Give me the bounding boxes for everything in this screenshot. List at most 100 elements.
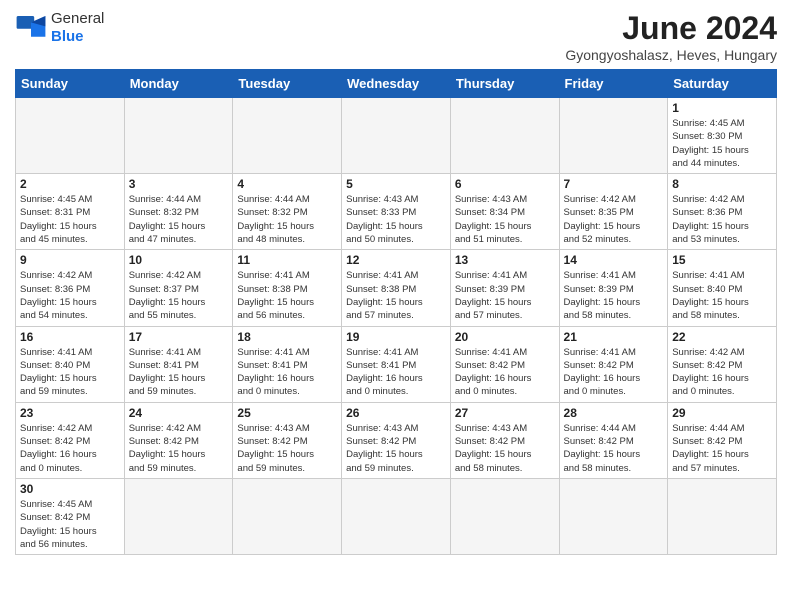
day-info: Sunrise: 4:41 AM Sunset: 8:38 PM Dayligh… [346, 269, 446, 322]
header-saturday: Saturday [668, 70, 777, 98]
day-number: 28 [564, 406, 664, 420]
day-number: 9 [20, 253, 120, 267]
day-number: 13 [455, 253, 555, 267]
day-number: 1 [672, 101, 772, 115]
day-number: 20 [455, 330, 555, 344]
table-row: 26 Sunrise: 4:43 AM Sunset: 8:42 PM Dayli… [342, 402, 451, 478]
table-row [124, 98, 233, 174]
table-row: 5 Sunrise: 4:43 AM Sunset: 8:33 PM Daylig… [342, 174, 451, 250]
logo-text: General Blue [51, 10, 104, 46]
day-number: 3 [129, 177, 229, 191]
table-row: 7 Sunrise: 4:42 AM Sunset: 8:35 PM Daylig… [559, 174, 668, 250]
day-info: Sunrise: 4:44 AM Sunset: 8:32 PM Dayligh… [129, 193, 229, 246]
table-row: 25Sunrise: 4:43 AM Sunset: 8:42 PM Dayli… [233, 402, 342, 478]
table-row [450, 98, 559, 174]
day-number: 12 [346, 253, 446, 267]
day-info: Sunrise: 4:41 AM Sunset: 8:42 PM Dayligh… [455, 346, 555, 399]
table-row: 6 Sunrise: 4:43 AM Sunset: 8:34 PM Daylig… [450, 174, 559, 250]
day-number: 16 [20, 330, 120, 344]
header-thursday: Thursday [450, 70, 559, 98]
day-info: Sunrise: 4:45 AM Sunset: 8:31 PM Dayligh… [20, 193, 120, 246]
day-info: Sunrise: 4:43 AM Sunset: 8:33 PM Dayligh… [346, 193, 446, 246]
table-row: 21 Sunrise: 4:41 AM Sunset: 8:42 PM Dayli… [559, 326, 668, 402]
header-wednesday: Wednesday [342, 70, 451, 98]
day-number: 25 [237, 406, 337, 420]
day-number: 19 [346, 330, 446, 344]
table-row: 15 Sunrise: 4:41 AM Sunset: 8:40 PM Dayli… [668, 250, 777, 326]
day-number: 6 [455, 177, 555, 191]
day-info: Sunrise: 4:41 AM Sunset: 8:39 PM Dayligh… [564, 269, 664, 322]
day-info: Sunrise: 4:41 AM Sunset: 8:39 PM Dayligh… [455, 269, 555, 322]
table-row [342, 478, 451, 554]
table-row: 13 Sunrise: 4:41 AM Sunset: 8:39 PM Dayli… [450, 250, 559, 326]
calendar-table: Sunday Monday Tuesday Wednesday Thursday… [15, 69, 777, 555]
day-number: 17 [129, 330, 229, 344]
day-number: 27 [455, 406, 555, 420]
day-number: 23 [20, 406, 120, 420]
table-row: 17 Sunrise: 4:41 AM Sunset: 8:41 PM Dayli… [124, 326, 233, 402]
table-row: 10Sunrise: 4:42 AM Sunset: 8:37 PM Dayli… [124, 250, 233, 326]
table-row [668, 478, 777, 554]
title-area: June 2024 Gyongyoshalasz, Heves, Hungary [565, 10, 777, 63]
day-number: 24 [129, 406, 229, 420]
day-info: Sunrise: 4:43 AM Sunset: 8:42 PM Dayligh… [455, 422, 555, 475]
day-info: Sunrise: 4:42 AM Sunset: 8:35 PM Dayligh… [564, 193, 664, 246]
day-info: Sunrise: 4:41 AM Sunset: 8:41 PM Dayligh… [129, 346, 229, 399]
table-row: 11Sunrise: 4:41 AM Sunset: 8:38 PM Dayli… [233, 250, 342, 326]
calendar-subtitle: Gyongyoshalasz, Heves, Hungary [565, 47, 777, 63]
table-row: 14 Sunrise: 4:41 AM Sunset: 8:39 PM Dayli… [559, 250, 668, 326]
calendar-header-row: Sunday Monday Tuesday Wednesday Thursday… [16, 70, 777, 98]
header-friday: Friday [559, 70, 668, 98]
day-info: Sunrise: 4:41 AM Sunset: 8:41 PM Dayligh… [346, 346, 446, 399]
day-number: 5 [346, 177, 446, 191]
table-row: 3 Sunrise: 4:44 AM Sunset: 8:32 PM Daylig… [124, 174, 233, 250]
day-info: Sunrise: 4:44 AM Sunset: 8:42 PM Dayligh… [564, 422, 664, 475]
calendar-title: June 2024 [565, 10, 777, 47]
day-info: Sunrise: 4:42 AM Sunset: 8:42 PM Dayligh… [20, 422, 120, 475]
day-info: Sunrise: 4:41 AM Sunset: 8:42 PM Dayligh… [564, 346, 664, 399]
day-info: Sunrise: 4:45 AM Sunset: 8:42 PM Dayligh… [20, 498, 120, 551]
table-row: 23 Sunrise: 4:42 AM Sunset: 8:42 PM Dayli… [16, 402, 125, 478]
header-tuesday: Tuesday [233, 70, 342, 98]
day-number: 18 [237, 330, 337, 344]
day-info: Sunrise: 4:42 AM Sunset: 8:36 PM Dayligh… [20, 269, 120, 322]
table-row [559, 478, 668, 554]
table-row: 4 Sunrise: 4:44 AM Sunset: 8:32 PM Daylig… [233, 174, 342, 250]
table-row: 12 Sunrise: 4:41 AM Sunset: 8:38 PM Dayli… [342, 250, 451, 326]
day-number: 26 [346, 406, 446, 420]
day-number: 21 [564, 330, 664, 344]
table-row: 8 Sunrise: 4:42 AM Sunset: 8:36 PM Daylig… [668, 174, 777, 250]
day-number: 8 [672, 177, 772, 191]
table-row: 18Sunrise: 4:41 AM Sunset: 8:41 PM Dayli… [233, 326, 342, 402]
table-row: 19 Sunrise: 4:41 AM Sunset: 8:41 PM Dayli… [342, 326, 451, 402]
day-info: Sunrise: 4:43 AM Sunset: 8:34 PM Dayligh… [455, 193, 555, 246]
logo: General Blue [15, 10, 104, 46]
table-row: 16 Sunrise: 4:41 AM Sunset: 8:40 PM Dayli… [16, 326, 125, 402]
day-number: 29 [672, 406, 772, 420]
day-info: Sunrise: 4:44 AM Sunset: 8:32 PM Dayligh… [237, 193, 337, 246]
day-info: Sunrise: 4:41 AM Sunset: 8:38 PM Dayligh… [237, 269, 337, 322]
header-sunday: Sunday [16, 70, 125, 98]
table-row: 28 Sunrise: 4:44 AM Sunset: 8:42 PM Dayli… [559, 402, 668, 478]
table-row [559, 98, 668, 174]
table-row: 20 Sunrise: 4:41 AM Sunset: 8:42 PM Dayli… [450, 326, 559, 402]
table-row: 9 Sunrise: 4:42 AM Sunset: 8:36 PM Daylig… [16, 250, 125, 326]
day-info: Sunrise: 4:43 AM Sunset: 8:42 PM Dayligh… [346, 422, 446, 475]
day-info: Sunrise: 4:44 AM Sunset: 8:42 PM Dayligh… [672, 422, 772, 475]
table-row: 2Sunrise: 4:45 AM Sunset: 8:31 PM Daylig… [16, 174, 125, 250]
table-row: 29 Sunrise: 4:44 AM Sunset: 8:42 PM Dayli… [668, 402, 777, 478]
table-row: 24Sunrise: 4:42 AM Sunset: 8:42 PM Dayli… [124, 402, 233, 478]
day-info: Sunrise: 4:41 AM Sunset: 8:40 PM Dayligh… [672, 269, 772, 322]
day-info: Sunrise: 4:42 AM Sunset: 8:36 PM Dayligh… [672, 193, 772, 246]
day-number: 7 [564, 177, 664, 191]
table-row: 22Sunrise: 4:42 AM Sunset: 8:42 PM Dayli… [668, 326, 777, 402]
day-number: 10 [129, 253, 229, 267]
day-number: 22 [672, 330, 772, 344]
day-number: 4 [237, 177, 337, 191]
day-number: 15 [672, 253, 772, 267]
table-row [124, 478, 233, 554]
table-row [16, 98, 125, 174]
day-number: 14 [564, 253, 664, 267]
day-info: Sunrise: 4:41 AM Sunset: 8:40 PM Dayligh… [20, 346, 120, 399]
table-row: 30Sunrise: 4:45 AM Sunset: 8:42 PM Dayli… [16, 478, 125, 554]
